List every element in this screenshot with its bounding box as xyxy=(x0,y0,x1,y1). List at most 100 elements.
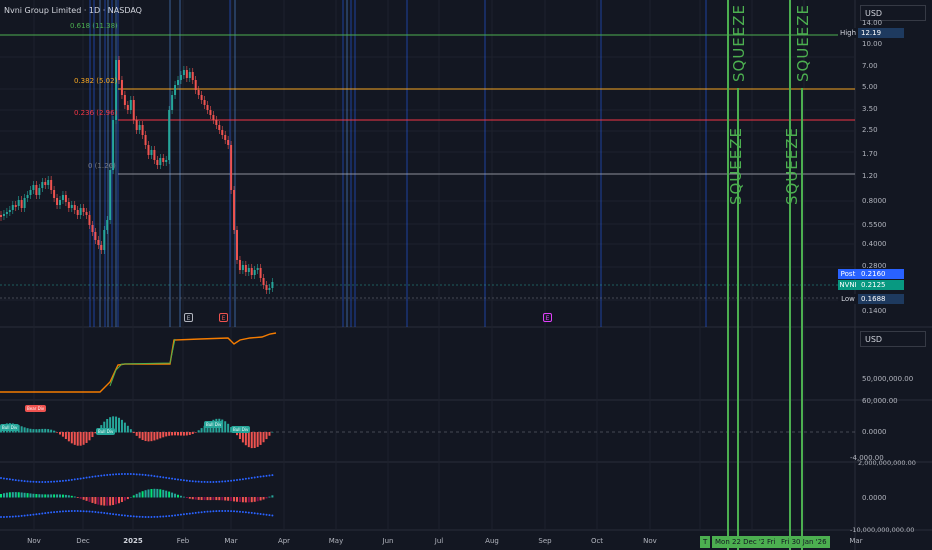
candle xyxy=(61,195,64,200)
candle xyxy=(118,60,120,80)
squeeze-momentum-bar xyxy=(109,497,112,506)
earnings-badge[interactable]: E xyxy=(184,313,193,322)
candle xyxy=(265,285,268,290)
candle xyxy=(168,110,171,160)
price-axis-label: 7.00 xyxy=(862,62,878,70)
squeeze-dot xyxy=(100,511,103,514)
candle xyxy=(141,125,144,135)
candle xyxy=(144,135,147,145)
squeeze-momentum-bar xyxy=(73,496,76,498)
squeeze-dot xyxy=(0,516,2,518)
squeeze-label: SQUEEZE xyxy=(730,3,748,82)
squeeze-dot xyxy=(61,479,64,482)
squeeze-dot xyxy=(126,514,129,517)
oscillator-bar xyxy=(129,429,132,433)
oscillator-bar xyxy=(91,432,94,438)
oscillator-axis-zero: 0.0000 xyxy=(862,428,887,436)
oscillator-bar xyxy=(73,432,76,445)
squeeze-momentum-bar xyxy=(61,494,64,498)
squeeze-label: SQUEEZE xyxy=(783,126,801,205)
squeeze-dot xyxy=(247,477,250,480)
squeeze-momentum-histogram xyxy=(0,488,274,506)
squeeze-momentum-bar xyxy=(129,496,132,498)
oscillator-bar xyxy=(271,431,274,433)
price-axis-label: 0.8000 xyxy=(862,197,887,205)
squeeze-dot xyxy=(126,473,129,476)
squeeze-dot xyxy=(236,510,238,513)
squeeze-momentum-bar xyxy=(11,492,14,498)
candle xyxy=(218,125,221,130)
squeeze-dot xyxy=(20,514,23,517)
oscillator-bar xyxy=(26,428,29,433)
squeeze-momentum-bar xyxy=(94,497,97,504)
squeeze-dot xyxy=(238,478,241,481)
squeeze-momentum-bar xyxy=(103,497,106,506)
squeeze-momentum-bar xyxy=(38,494,41,498)
indicator-currency-selector[interactable]: USD xyxy=(860,331,926,347)
squeeze-momentum-bar xyxy=(268,496,271,498)
squeeze-dot xyxy=(165,515,168,518)
squeeze-axis-bottom: -10,000,000,000.00 xyxy=(850,526,915,534)
squeeze-dot xyxy=(230,510,233,513)
price-axis-label: 3.50 xyxy=(862,105,878,113)
squeeze-label: SQUEEZE xyxy=(727,126,745,205)
squeeze-dot xyxy=(67,479,70,482)
candle xyxy=(268,288,271,290)
squeeze-dot xyxy=(244,511,247,514)
squeeze-dot xyxy=(64,510,67,513)
squeeze-dot xyxy=(179,513,182,516)
squeeze-dot xyxy=(224,480,227,483)
squeeze-dot xyxy=(100,474,103,477)
chart-canvas[interactable] xyxy=(0,0,932,550)
squeeze-dot xyxy=(156,515,159,518)
cumulative-volume-line-green xyxy=(109,338,176,387)
candle xyxy=(94,232,97,240)
squeeze-momentum-bar xyxy=(197,497,200,500)
squeeze-dot xyxy=(41,480,44,483)
squeeze-momentum-bar xyxy=(70,495,73,498)
fib-label-0236: 0.236 (2.96) xyxy=(74,109,118,117)
squeeze-momentum-bar xyxy=(165,490,168,498)
fib-label-0: 0 (1.26) xyxy=(88,162,116,170)
squeeze-dot xyxy=(253,512,256,515)
squeeze-momentum-bar xyxy=(271,495,274,498)
squeeze-dot xyxy=(215,480,218,483)
squeeze-momentum-bar xyxy=(29,493,32,498)
oscillator-bar xyxy=(147,432,150,442)
candle xyxy=(76,210,79,215)
squeeze-dot xyxy=(171,514,174,517)
squeeze-dot xyxy=(70,478,73,481)
oscillator-bar xyxy=(153,432,156,441)
squeeze-dot xyxy=(67,510,70,513)
squeeze-dot xyxy=(23,514,26,517)
candle xyxy=(79,208,82,215)
squeeze-momentum-bar xyxy=(144,490,147,498)
oscillator-bar xyxy=(171,432,174,436)
earnings-badge[interactable]: E xyxy=(219,313,228,322)
squeeze-dot xyxy=(212,480,215,483)
squeeze-dot xyxy=(191,512,194,515)
time-axis-label: Jul xyxy=(434,537,444,545)
squeeze-dot xyxy=(138,473,141,476)
time-axis-label: Jun xyxy=(382,537,394,545)
oscillator-bar xyxy=(67,432,70,442)
squeeze-dot xyxy=(38,480,41,483)
price-candles xyxy=(0,56,274,294)
squeeze-momentum-bar xyxy=(188,497,191,499)
candle xyxy=(156,160,159,165)
price-axis-label: 0.1400 xyxy=(862,307,887,315)
squeeze-momentum-bar xyxy=(100,497,103,506)
time-axis-label: Nov xyxy=(27,537,41,545)
squeeze-momentum-bar xyxy=(179,495,182,498)
candle xyxy=(259,268,262,278)
earnings-badge[interactable]: E xyxy=(543,313,552,322)
squeeze-axis-zero: 0.0000 xyxy=(862,494,887,502)
squeeze-dot xyxy=(188,479,191,482)
candle xyxy=(20,200,23,208)
squeeze-momentum-bar xyxy=(171,492,174,498)
squeeze-momentum-bar xyxy=(2,493,5,498)
squeeze-dot xyxy=(227,480,230,483)
oscillator-bar xyxy=(250,432,253,449)
squeeze-dot xyxy=(70,510,73,513)
squeeze-dot xyxy=(233,510,236,513)
